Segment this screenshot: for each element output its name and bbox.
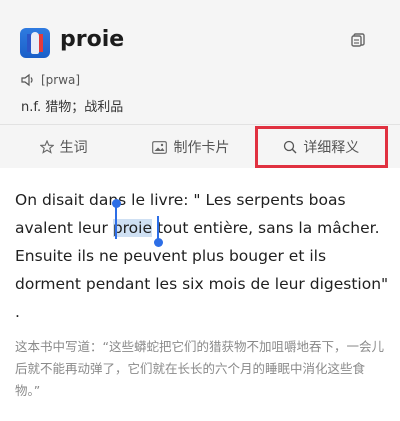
speaker-icon[interactable] xyxy=(21,73,35,87)
word-card: proie [prwa] n.f. 猎物；战利品 生词 制作卡片 详细释义 xyxy=(0,0,400,168)
add-vocabulary-label: 生词 xyxy=(59,140,88,156)
selection-end-caret xyxy=(157,216,159,240)
selection-start-caret xyxy=(115,205,117,239)
example-passage[interactable]: On disait dans le livre: " Les serpents … xyxy=(15,186,390,326)
figure-icon xyxy=(31,32,39,54)
passage-translation: 这本书中写道：“这些蟒蛇把它们的猎获物不加咀嚼地吞下，一会儿后就不能再动弹了，它… xyxy=(15,339,384,398)
definition-text: n.f. 猎物；战利品 xyxy=(21,100,124,115)
french-dictionary-app-icon xyxy=(20,28,50,58)
detailed-definition-label: 详细释义 xyxy=(303,140,360,156)
selection-start-handle[interactable] xyxy=(112,199,121,208)
star-icon xyxy=(39,140,54,154)
detailed-definition-button[interactable]: 详细释义 xyxy=(254,126,388,168)
search-icon xyxy=(284,140,297,154)
make-card-label: 制作卡片 xyxy=(173,140,230,156)
selected-word[interactable]: proie xyxy=(112,219,153,237)
action-bar: 生词 制作卡片 详细释义 xyxy=(0,124,400,169)
add-vocabulary-button[interactable]: 生词 xyxy=(0,125,127,169)
phonetic-text: [prwa] xyxy=(41,73,81,87)
selection-end-handle[interactable] xyxy=(154,238,163,247)
pronunciation-row[interactable]: [prwa] xyxy=(21,72,80,88)
copy-icon[interactable] xyxy=(351,33,365,47)
image-card-icon xyxy=(152,140,168,154)
make-card-button[interactable]: 制作卡片 xyxy=(127,125,254,169)
headword: proie xyxy=(60,27,125,52)
